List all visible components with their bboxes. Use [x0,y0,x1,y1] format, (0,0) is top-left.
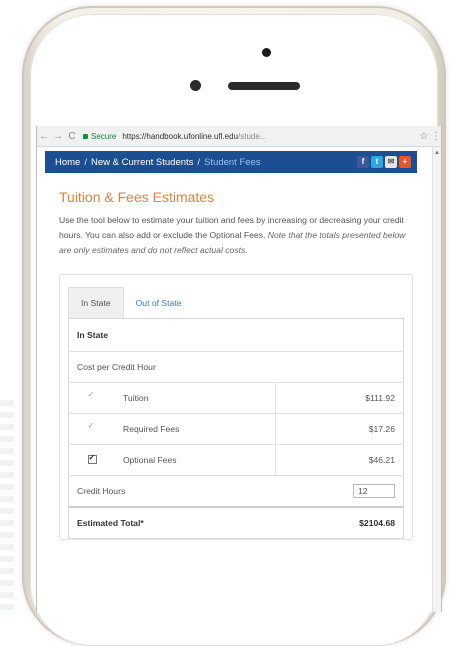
breadcrumb-separator: / [197,156,201,168]
tab-in-state[interactable]: In State [68,287,124,318]
total-label: Estimated Total* [68,506,276,539]
total-row: Estimated Total* $2104.68 [68,506,404,539]
fee-label: Tuition [115,382,276,414]
table-row: Cost per Credit Hour [68,351,404,383]
optional-fees-checkbox-cell [68,444,115,476]
bookmark-star-icon[interactable]: ☆ [417,131,431,142]
credit-hours-cell [275,475,404,507]
scroll-up-icon[interactable]: ▲ [434,150,440,156]
forward-icon[interactable]: → [51,131,65,142]
table-row: Required Fees $17.26 [68,413,404,445]
proximity-sensor [190,80,201,91]
fee-label: Required Fees [115,413,276,445]
url-host: https://handbook.ufonline.ufl.edu [122,131,239,141]
cost-label: Cost per Credit Hour [68,351,404,383]
credit-hours-input[interactable] [353,484,395,498]
table-row: Tuition $111.92 [68,382,404,414]
reload-icon[interactable]: C [65,131,79,142]
secure-indicator[interactable]: Secure [83,132,116,141]
table-header: In State [68,318,404,352]
tuition-checkbox-cell [68,382,115,414]
fee-amount: $111.92 [274,382,404,414]
tab-out-of-state[interactable]: Out of State [124,288,194,318]
intro-text: Use the tool below to estimate your tuit… [59,213,419,258]
background-stripes [0,400,14,612]
table-row: Optional Fees $46.21 [68,444,404,476]
facebook-icon[interactable]: f [357,156,369,168]
fee-amount: $17.26 [274,413,404,445]
required-fees-checkbox-cell [68,413,115,445]
lock-icon [83,133,88,139]
secure-label: Secure [91,131,117,141]
optional-fees-checkbox[interactable] [87,453,97,464]
fee-calculator: In State Out of State In State Cost per … [59,274,413,540]
credit-hours-label: Credit Hours [68,475,276,507]
breadcrumb-current: Student Fees [204,156,261,168]
breadcrumb-home[interactable]: Home [55,157,80,168]
twitter-icon[interactable]: t [371,156,383,168]
required-fees-checkbox [88,421,96,432]
phone-screen: ← → C Secure https://handbook.ufonline.u… [36,126,442,612]
tuition-checkbox [88,390,96,401]
browser-address-bar: ← → C Secure https://handbook.ufonline.u… [37,126,441,147]
url-path: /stude... [238,131,267,141]
social-share: f t ✉ + [357,156,411,168]
residency-tabs: In State Out of State [68,287,404,318]
total-value: $2104.68 [275,506,404,539]
breadcrumb-section[interactable]: New & Current Students [91,157,193,168]
table-header-row: In State [68,318,404,352]
email-icon[interactable]: ✉ [385,156,397,168]
url-field[interactable]: https://handbook.ufonline.ufl.edu/stude.… [122,132,417,141]
estimates-section: Tuition & Fees Estimates Use the tool be… [37,173,433,540]
page-scrollbar[interactable]: ▲ [432,147,441,612]
fee-label: Optional Fees [115,444,276,476]
front-camera [262,48,271,57]
earpiece-speaker [228,82,300,90]
browser-menu-icon[interactable]: ⋮ [431,131,441,142]
page-content: Home / New & Current Students / Student … [37,147,433,612]
page-title: Tuition & Fees Estimates [59,189,215,205]
table-row: Credit Hours [68,475,404,507]
breadcrumb-separator: / [84,156,87,168]
fees-table: In State Cost per Credit Hour Tuition $1… [68,318,404,539]
breadcrumb: Home / New & Current Students / Student … [45,151,417,173]
share-plus-icon[interactable]: + [399,156,411,168]
fee-amount: $46.21 [274,444,404,476]
back-icon[interactable]: ← [37,131,51,142]
